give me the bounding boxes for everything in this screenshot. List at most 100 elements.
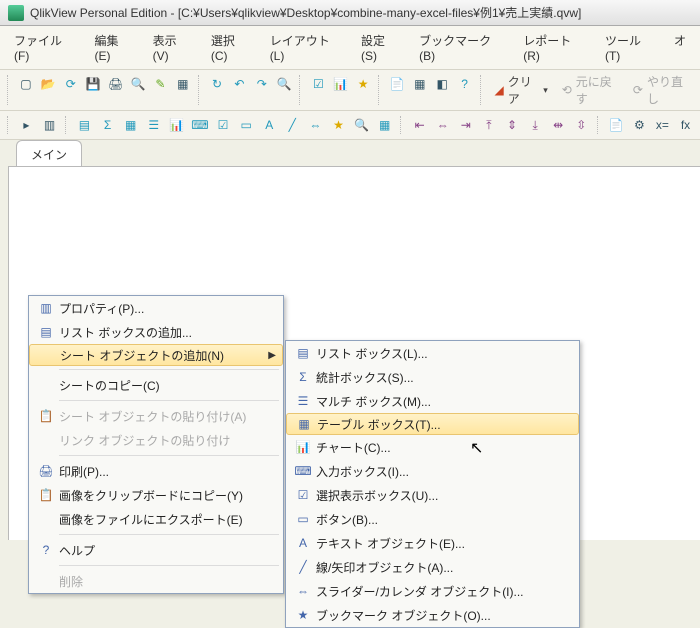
user-prefs-icon[interactable]: ⚙: [629, 114, 650, 136]
sub-lineobj[interactable]: ╱線/矢印オブジェクト(A)...: [286, 555, 579, 579]
doc-props-icon[interactable]: 📄: [606, 114, 627, 136]
sub-chart[interactable]: 📊チャート(C)...: [286, 435, 579, 459]
add-sheet-icon[interactable]: ▸: [16, 114, 37, 136]
ctx-paste-link-obj: リンク オブジェクトの貼り付け: [29, 428, 283, 452]
container-icon[interactable]: ▦: [374, 114, 395, 136]
separator: [198, 75, 202, 105]
align-top-icon[interactable]: ⤒: [478, 114, 499, 136]
separator: [597, 116, 601, 134]
menu-layout[interactable]: レイアウト(L): [262, 28, 349, 67]
menu-report[interactable]: レポート(R): [515, 28, 593, 67]
bookmark-icon[interactable]: ★: [353, 73, 373, 95]
currentsel-icon[interactable]: ☑: [212, 114, 233, 136]
sub-bookmarkobj[interactable]: ★ブックマーク オブジェクト(O)...: [286, 603, 579, 627]
separator: [378, 75, 382, 105]
print-icon[interactable]: 🖨: [105, 73, 125, 95]
align-center-icon[interactable]: ⇔: [432, 114, 453, 136]
refresh-icon[interactable]: ⟳: [61, 73, 81, 95]
button-icon[interactable]: ▭: [236, 114, 257, 136]
save-icon[interactable]: 💾: [83, 73, 103, 95]
search-icon[interactable]: 🔍: [274, 73, 294, 95]
sub-selectdisplay[interactable]: ☑選択表示ボックス(U)...: [286, 483, 579, 507]
help-icon[interactable]: ?: [454, 73, 474, 95]
redo-button[interactable]: ⟳やり直し: [627, 73, 696, 107]
bookmark-add-icon[interactable]: ★: [328, 114, 349, 136]
separator: [400, 116, 404, 134]
align-bottom-icon[interactable]: ⤓: [525, 114, 546, 136]
ctx-help[interactable]: ?ヘルプ: [29, 538, 283, 562]
sub-statbox[interactable]: Σ統計ボックス(S)...: [286, 365, 579, 389]
reload-icon[interactable]: ↻: [207, 73, 227, 95]
dist-h-icon[interactable]: ⇹: [548, 114, 569, 136]
ctx-properties[interactable]: ▥プロパティ(P)...: [29, 296, 283, 320]
sub-tablebox[interactable]: ▦テーブル ボックス(T)...: [286, 413, 579, 435]
clear-label: クリア: [508, 73, 539, 107]
properties-icon: ▥: [33, 301, 59, 315]
multibox-icon[interactable]: ☰: [143, 114, 164, 136]
chart-add-icon[interactable]: 📊: [166, 114, 187, 136]
ctx-delete: 削除: [29, 569, 283, 593]
grip-icon: [7, 75, 11, 105]
sub-listbox[interactable]: ▤リスト ボックス(L)...: [286, 341, 579, 365]
title-bar: QlikView Personal Edition - [C:¥Users¥ql…: [0, 0, 700, 26]
text-icon: A: [290, 536, 316, 550]
menu-tools[interactable]: ツール(T): [597, 28, 662, 67]
new-icon[interactable]: ▢: [16, 73, 36, 95]
toolbar-2: ▸ ▥ ▤ Σ ▦ ☰ 📊 ⌨ ☑ ▭ A ╱ ⇔ ★ 🔍 ▦ ⇤ ⇔ ⇥ ⤒ …: [0, 111, 700, 140]
sub-inputbox[interactable]: ⌨入力ボックス(I)...: [286, 459, 579, 483]
ctx-export-image[interactable]: 画像をファイルにエクスポート(E): [29, 507, 283, 531]
table-icon[interactable]: ▦: [410, 73, 430, 95]
undo-layout-icon[interactable]: ↶: [229, 73, 249, 95]
sub-sliderobj[interactable]: ⇔スライダー/カレンダ オブジェクト(I)...: [286, 579, 579, 603]
separator: [59, 369, 279, 370]
tab-main[interactable]: メイン: [16, 140, 82, 168]
menu-view[interactable]: 表示(V): [145, 28, 199, 67]
tablebox-icon[interactable]: ▦: [120, 114, 141, 136]
menu-edit[interactable]: 編集(E): [86, 28, 140, 67]
statbox-icon[interactable]: Σ: [97, 114, 118, 136]
sub-multibox[interactable]: ☰マルチ ボックス(M)...: [286, 389, 579, 413]
ctx-print[interactable]: 🖨印刷(P)...: [29, 459, 283, 483]
align-right-icon[interactable]: ⇥: [455, 114, 476, 136]
expr-icon[interactable]: fx: [675, 114, 696, 136]
menu-bookmark[interactable]: ブックマーク(B): [411, 28, 511, 67]
slider-icon: ⇔: [290, 584, 316, 598]
search-obj-icon[interactable]: 🔍: [351, 114, 372, 136]
layout-icon[interactable]: ▦: [173, 73, 193, 95]
sheet-props-icon[interactable]: ▥: [39, 114, 60, 136]
dist-v-icon[interactable]: ⇳: [571, 114, 592, 136]
chart-icon[interactable]: 📊: [331, 73, 351, 95]
ctx-copy-sheet[interactable]: シートのコピー(C): [29, 373, 283, 397]
align-middle-icon[interactable]: ⇕: [501, 114, 522, 136]
undo-button[interactable]: ⟲元に戻す: [556, 73, 625, 107]
doc-icon[interactable]: 📄: [387, 73, 407, 95]
input-icon[interactable]: ⌨: [189, 114, 210, 136]
clear-button[interactable]: ◢クリア▾: [489, 73, 554, 107]
menu-truncated[interactable]: オ: [666, 28, 694, 67]
open-icon[interactable]: 📂: [38, 73, 58, 95]
redo-layout-icon[interactable]: ↷: [252, 73, 272, 95]
toolbar-1: ▢ 📂 ⟳ 💾 🖨 🔍 ✎ ▦ ↻ ↶ ↷ 🔍 ☑ 📊 ★ 📄 ▦ ◧ ? ◢ク…: [0, 70, 700, 111]
ctx-copy-image[interactable]: 📋画像をクリップボードにコピー(Y): [29, 483, 283, 507]
ctx-add-listbox[interactable]: ▤リスト ボックスの追加...: [29, 320, 283, 344]
separator: [59, 565, 279, 566]
menu-select[interactable]: 選択(C): [203, 28, 258, 67]
listbox-icon[interactable]: ▤: [74, 114, 95, 136]
line-icon[interactable]: ╱: [282, 114, 303, 136]
object-icon[interactable]: ◧: [432, 73, 452, 95]
selections-icon[interactable]: ☑: [308, 73, 328, 95]
align-left-icon[interactable]: ⇤: [409, 114, 430, 136]
menu-file[interactable]: ファイル(F): [6, 28, 82, 67]
sub-button[interactable]: ▭ボタン(B)...: [286, 507, 579, 531]
text-icon[interactable]: A: [259, 114, 280, 136]
ctx-add-sheet-object[interactable]: シート オブジェクトの追加(N)▶: [29, 344, 283, 366]
preview-icon[interactable]: 🔍: [128, 73, 148, 95]
sub-textobj[interactable]: Aテキスト オブジェクト(E)...: [286, 531, 579, 555]
app-icon: [8, 5, 24, 21]
menu-settings[interactable]: 設定(S): [353, 28, 407, 67]
vars-icon[interactable]: x=: [652, 114, 673, 136]
slider-icon[interactable]: ⇔: [305, 114, 326, 136]
paste-icon: 📋: [33, 409, 59, 423]
edit-icon[interactable]: ✎: [150, 73, 170, 95]
context-menu-sheet: ▥プロパティ(P)... ▤リスト ボックスの追加... シート オブジェクトの…: [28, 295, 284, 594]
